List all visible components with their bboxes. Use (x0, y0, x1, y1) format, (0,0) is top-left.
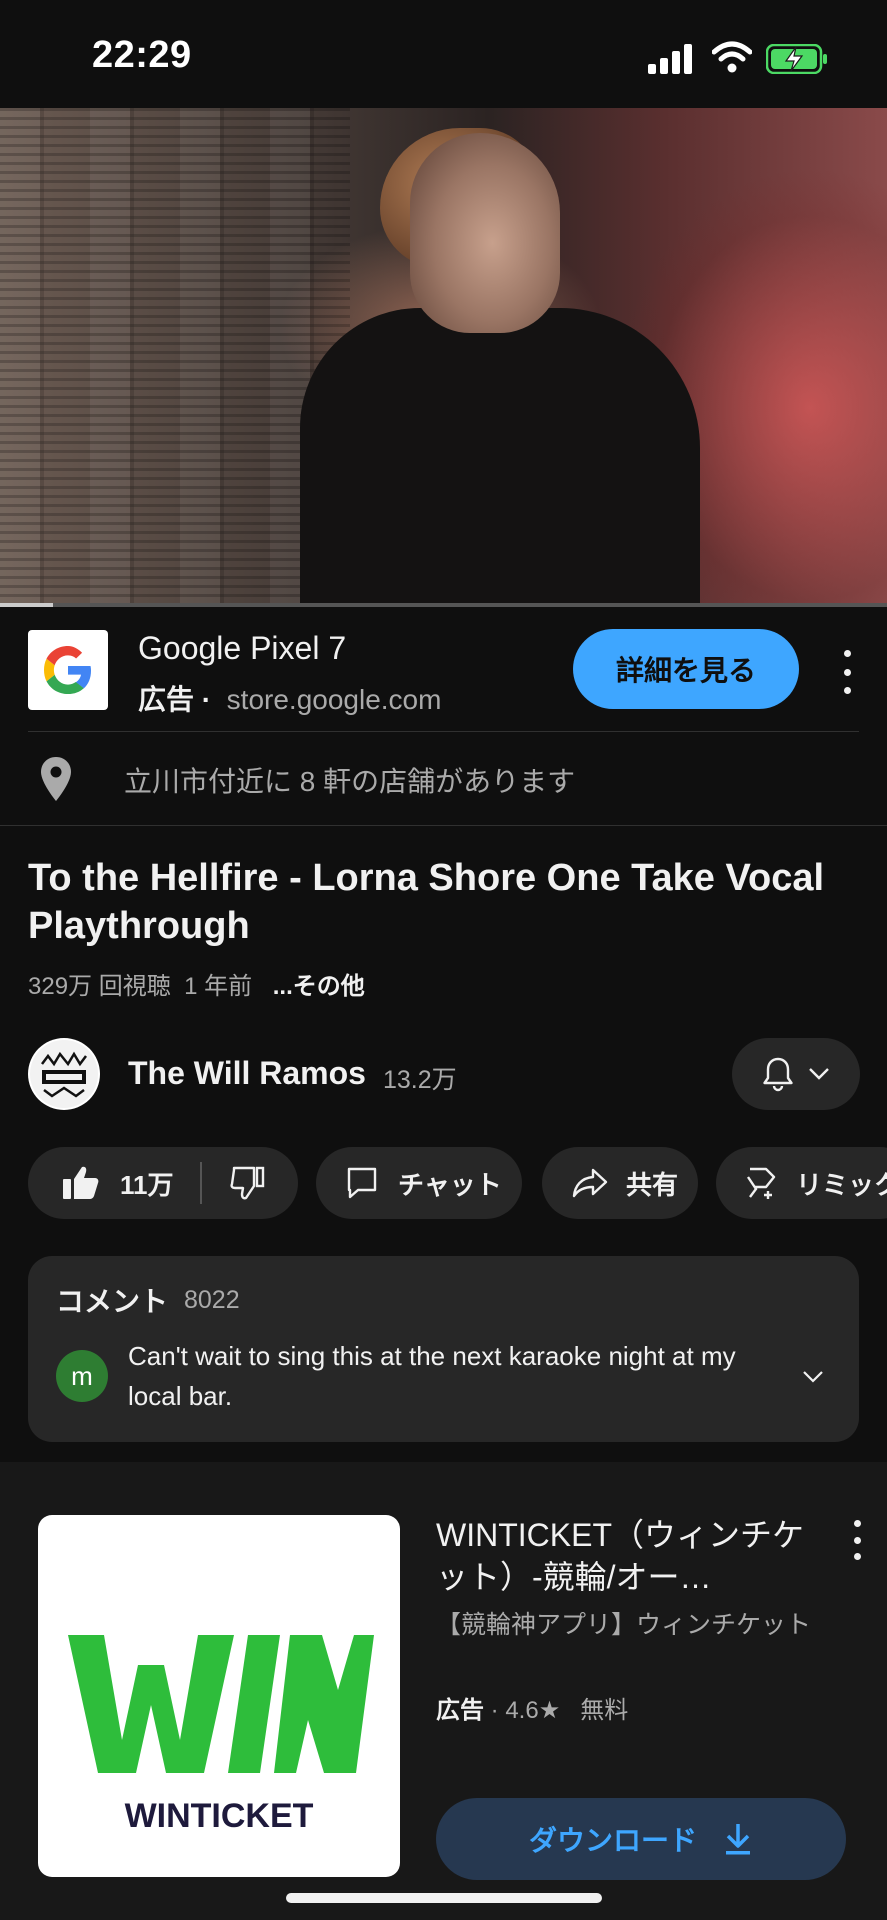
battery-charging-icon (766, 44, 827, 74)
home-indicator[interactable] (286, 1893, 602, 1903)
chat-icon (347, 1167, 377, 1199)
video-meta[interactable]: 329万 回視聴 1 年前 ...その他 (28, 966, 365, 1001)
singer-head (410, 133, 560, 333)
download-icon (726, 1824, 750, 1855)
location-pin-icon (41, 757, 71, 801)
divider (0, 825, 887, 826)
top-comment-text: Can't wait to sing this at the next kara… (128, 1341, 736, 1411)
share-button[interactable]: 共有 (542, 1147, 698, 1219)
ad-title[interactable]: Google Pixel 7 (138, 630, 346, 667)
chip-divider (199, 1162, 202, 1204)
download-label: ダウンロード (528, 1825, 697, 1856)
newspaper-wall (0, 108, 350, 606)
remix-button[interactable]: リミック (716, 1147, 887, 1219)
video-title[interactable]: To the Hellfire - Lorna Shore One Take V… (28, 854, 848, 950)
google-logo[interactable] (28, 630, 108, 710)
divider (28, 731, 859, 732)
like-dislike-chip[interactable]: 11万 (28, 1147, 298, 1219)
ad-domain: store.google.com (226, 684, 442, 715)
upload-age: 1 年前 (184, 973, 253, 1000)
app-price: 無料 (580, 1697, 629, 1724)
winticket-logo-text: WINTICKET (125, 1797, 314, 1835)
status-time: 22:29 (92, 34, 192, 76)
share-icon (572, 1168, 608, 1198)
video-player[interactable] (0, 108, 887, 606)
app-ad-label: 広告 (436, 1697, 484, 1724)
bell-icon (763, 1057, 793, 1092)
video-progress-fill (0, 603, 53, 607)
more-link[interactable]: ...その他 (273, 973, 365, 1000)
channel-name[interactable]: The Will Ramos (128, 1055, 366, 1092)
remix-icon (747, 1167, 776, 1199)
winticket-logo[interactable]: WINTICKET (38, 1515, 400, 1877)
app-ad-meta: 広告 · 4.6★ 無料 (436, 1697, 629, 1724)
cellular-signal-icon (648, 44, 692, 74)
chevron-down-icon (809, 1068, 829, 1080)
comments-header: コメント (56, 1286, 169, 1317)
store-location-text[interactable]: 立川市付近に 8 軒の店舗があります (124, 760, 575, 800)
subscriber-count: 13.2万 (383, 1066, 457, 1094)
chat-button[interactable]: チャット (316, 1147, 522, 1219)
notification-bell-button[interactable] (732, 1038, 860, 1110)
app-ad-title[interactable]: WINTICKET（ウィンチケット）-競輪/オー… (436, 1514, 816, 1598)
star-icon: ★ (538, 1697, 561, 1724)
chat-label: チャット (398, 1169, 502, 1200)
channel-avatar[interactable] (28, 1038, 100, 1110)
ad-label: 広告 · (138, 684, 212, 715)
chevron-down-icon[interactable] (802, 1370, 824, 1384)
google-g-icon (44, 646, 91, 694)
ad-subline: 広告 · store.google.com (138, 678, 441, 718)
remix-label: リミック (796, 1169, 887, 1200)
thumbs-down-icon[interactable] (229, 1166, 266, 1200)
app-ad-subtitle: 【競輪神アプリ】ウィンチケット (436, 1611, 812, 1639)
download-button[interactable]: ダウンロード (436, 1798, 846, 1880)
ad-details-button[interactable]: 詳細を見る (573, 629, 799, 709)
share-label: 共有 (626, 1169, 679, 1200)
app-rating: 4.6 (505, 1697, 539, 1724)
commenter-avatar: m (56, 1350, 108, 1402)
channel-logo-icon (30, 1040, 98, 1108)
wifi-icon (712, 41, 752, 73)
singer-body (300, 308, 700, 606)
ad-more-icon[interactable] (842, 650, 852, 694)
winticket-logo-image: WINTICKET (68, 1635, 374, 1835)
app-ad-more-icon[interactable] (852, 1520, 862, 1560)
thumbs-up-icon[interactable] (62, 1165, 100, 1201)
like-count: 11万 (120, 1169, 174, 1200)
video-progress-track[interactable] (0, 603, 887, 607)
comments-count: 8022 (184, 1286, 240, 1314)
view-count: 329万 回視聴 (28, 973, 171, 1000)
